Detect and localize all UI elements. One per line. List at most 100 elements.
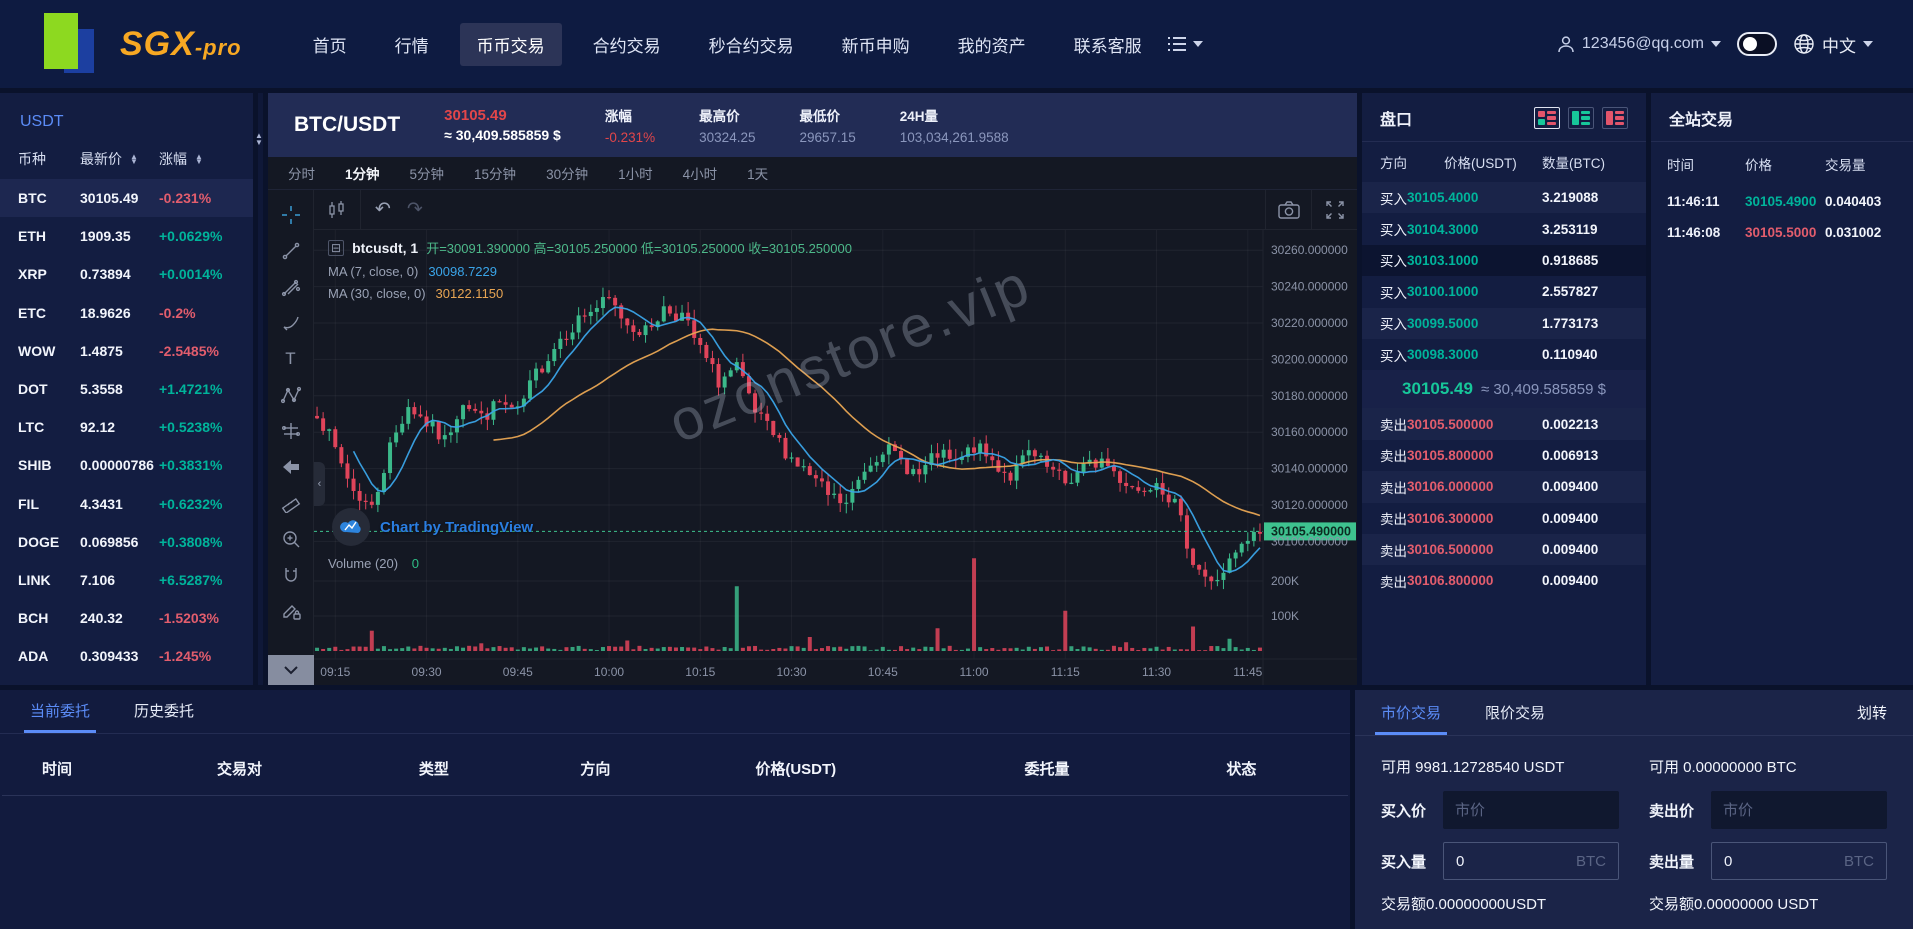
hide-toolbar-arrow[interactable] [276, 452, 306, 481]
orderbook-row[interactable]: 卖出 30106.800000 0.009400 [1362, 565, 1646, 596]
market-row-LINK[interactable]: LINK 7.106 +6.5287% [0, 561, 253, 599]
buy-amount-input[interactable] [1456, 852, 1568, 870]
theme-toggle[interactable] [1737, 32, 1777, 56]
nav-item-联系客服[interactable]: 联系客服 [1057, 23, 1159, 66]
timeframe-30分钟[interactable]: 30分钟 [546, 163, 588, 183]
orderbook-row[interactable]: 买入 30099.5000 1.773173 [1362, 307, 1646, 339]
orderbook-price: 30105.4000 [1407, 190, 1479, 206]
trendline-tool[interactable] [276, 236, 306, 265]
orders-column-价格(USDT): 价格(USDT) [755, 761, 837, 778]
orderbook-row[interactable]: 卖出 30105.800000 0.006913 [1362, 440, 1646, 471]
market-tab-usdt[interactable]: USDT [0, 109, 253, 141]
transfer-button[interactable]: 划转 [1857, 702, 1887, 735]
orders-column-方向: 方向 [580, 761, 611, 778]
tab-当前委托[interactable]: 当前委托 [23, 700, 97, 733]
timeframe-1分钟[interactable]: 1分钟 [345, 163, 380, 183]
tab-市价交易[interactable]: 市价交易 [1374, 702, 1448, 735]
orderbook-price: 30105.800000 [1407, 447, 1494, 463]
pitchfork-tool[interactable] [276, 272, 306, 301]
camera-icon [1277, 200, 1300, 219]
ma30-label: MA (30, close, 0) [328, 286, 426, 301]
crosshair-tool[interactable] [276, 200, 306, 229]
brush-tool[interactable] [276, 308, 306, 337]
user-account-menu[interactable]: 123456@qq.com [1557, 35, 1721, 53]
orderbook-row[interactable]: 买入 30098.3000 0.110940 [1362, 339, 1646, 370]
redo-button[interactable]: ↷ [407, 198, 423, 221]
orderbook-row[interactable]: 卖出 30106.500000 0.009400 [1362, 533, 1646, 566]
more-menu-button[interactable] [1167, 36, 1203, 52]
tab-限价交易[interactable]: 限价交易 [1485, 702, 1545, 735]
toolbar-scroll-down-button[interactable] [268, 655, 314, 685]
market-row-XRP[interactable]: XRP 0.73894 +0.0014% [0, 255, 253, 293]
timeframe-1小时[interactable]: 1小时 [618, 163, 653, 183]
market-price: 30105.49 [80, 190, 139, 207]
sell-amount-label: 卖出量 [1649, 853, 1695, 871]
collapse-sidebar-handle[interactable]: ‹ [314, 462, 325, 506]
timeframe-1天[interactable]: 1天 [747, 163, 768, 183]
candle-style-icon[interactable] [328, 200, 346, 220]
trades-title: 全站交易 [1669, 112, 1734, 129]
market-row-BCH[interactable]: BCH 240.32 -1.5203% [0, 599, 253, 637]
sell-price-input[interactable] [1723, 801, 1875, 819]
sell-amount-input[interactable] [1724, 852, 1836, 870]
undo-button[interactable]: ↶ [375, 198, 391, 221]
orderbook-side: 卖出 [1380, 418, 1407, 434]
zoom-in-tool[interactable] [276, 524, 306, 553]
orderbook-row[interactable]: 买入 30104.3000 3.253119 [1362, 213, 1646, 244]
market-row-SHIB[interactable]: SHIB 0.00000786 +0.3831% [0, 446, 253, 484]
magnet-tool[interactable] [276, 560, 306, 589]
nav-item-秒合约交易[interactable]: 秒合约交易 [692, 23, 811, 66]
market-row-LTC[interactable]: LTC 92.12 +0.5238% [0, 408, 253, 446]
sort-price-button[interactable]: ▲ ▼ [130, 153, 138, 166]
screenshot-button[interactable] [1265, 190, 1311, 229]
nav-item-新币申购[interactable]: 新币申购 [825, 23, 927, 66]
orderbook-view-sell-button[interactable] [1602, 107, 1628, 129]
market-row-ETC[interactable]: ETC 18.9626 -0.2% [0, 294, 253, 332]
pattern-tool[interactable] [276, 380, 306, 409]
market-row-ETH[interactable]: ETH 1909.35 +0.0629% [0, 217, 253, 255]
market-row-FIL[interactable]: FIL 4.3431 +0.6232% [0, 485, 253, 523]
market-symbol: WOW [18, 342, 56, 359]
orderbook-row[interactable]: 卖出 30105.500000 0.002213 [1362, 408, 1646, 440]
orderbook-view-buy-button[interactable] [1568, 107, 1594, 129]
market-row-BTC[interactable]: BTC 30105.49 -0.231% [0, 179, 253, 218]
layout-grid-icon[interactable]: ⊟ [328, 239, 345, 256]
lock-drawings-tool[interactable] [276, 596, 306, 625]
text-tool[interactable]: T [276, 344, 306, 373]
orderbook-row[interactable]: 卖出 30106.300000 0.009400 [1362, 503, 1646, 534]
logo[interactable]: SGX-pro [40, 13, 242, 75]
forecast-tool[interactable] [276, 416, 306, 445]
tradingview-attribution[interactable]: Chart by TradingView [332, 508, 533, 546]
fullscreen-button[interactable] [1311, 190, 1357, 229]
market-row-DOT[interactable]: DOT 5.3558 +1.4721% [0, 370, 253, 408]
nav-item-行情[interactable]: 行情 [378, 23, 446, 66]
market-row-WOW[interactable]: WOW 1.4875 -2.5485% [0, 332, 253, 370]
language-selector[interactable]: 中文 [1793, 32, 1873, 57]
orders-column-交易对: 交易对 [216, 761, 262, 778]
sidebar-scrollbar[interactable]: ▲ ▼ [255, 93, 263, 685]
orderbook-row[interactable]: 买入 30100.1000 2.557827 [1362, 276, 1646, 307]
nav-item-我的资产[interactable]: 我的资产 [941, 23, 1043, 66]
timeframe-4小时[interactable]: 4小时 [683, 163, 718, 183]
orderbook-price: 30106.500000 [1407, 542, 1494, 558]
sort-change-button[interactable]: ▲ ▼ [195, 153, 203, 166]
buy-total: 交易额0.00000000USDT [1381, 896, 1547, 913]
orderbook-row[interactable]: 买入 30105.4000 3.219088 [1362, 182, 1646, 214]
timeframe-分时[interactable]: 分时 [288, 163, 315, 183]
orderbook-side: 卖出 [1380, 512, 1407, 528]
nav-item-币币交易[interactable]: 币币交易 [459, 22, 562, 66]
orderbook-row[interactable]: 卖出 30106.000000 0.009400 [1362, 471, 1646, 503]
timeframe-5分钟[interactable]: 5分钟 [410, 163, 445, 183]
buy-price-input[interactable] [1455, 801, 1607, 819]
ruler-tool[interactable] [276, 488, 306, 517]
nav-item-首页[interactable]: 首页 [296, 23, 364, 66]
market-row-ADA[interactable]: ADA 0.309433 -1.245% [0, 637, 253, 675]
orderbook-row[interactable]: 买入 30103.1000 0.918685 [1362, 244, 1646, 277]
tab-历史委托[interactable]: 历史委托 [134, 700, 194, 733]
timeframe-15分钟[interactable]: 15分钟 [474, 163, 516, 183]
market-row-DOGE[interactable]: DOGE 0.069856 +0.3808% [0, 523, 253, 561]
svg-text:100K: 100K [1271, 609, 1299, 623]
nav-item-合约交易[interactable]: 合约交易 [576, 23, 678, 66]
orderbook-view-both-button[interactable] [1534, 107, 1560, 129]
svg-text:30180.000000: 30180.000000 [1271, 389, 1348, 403]
